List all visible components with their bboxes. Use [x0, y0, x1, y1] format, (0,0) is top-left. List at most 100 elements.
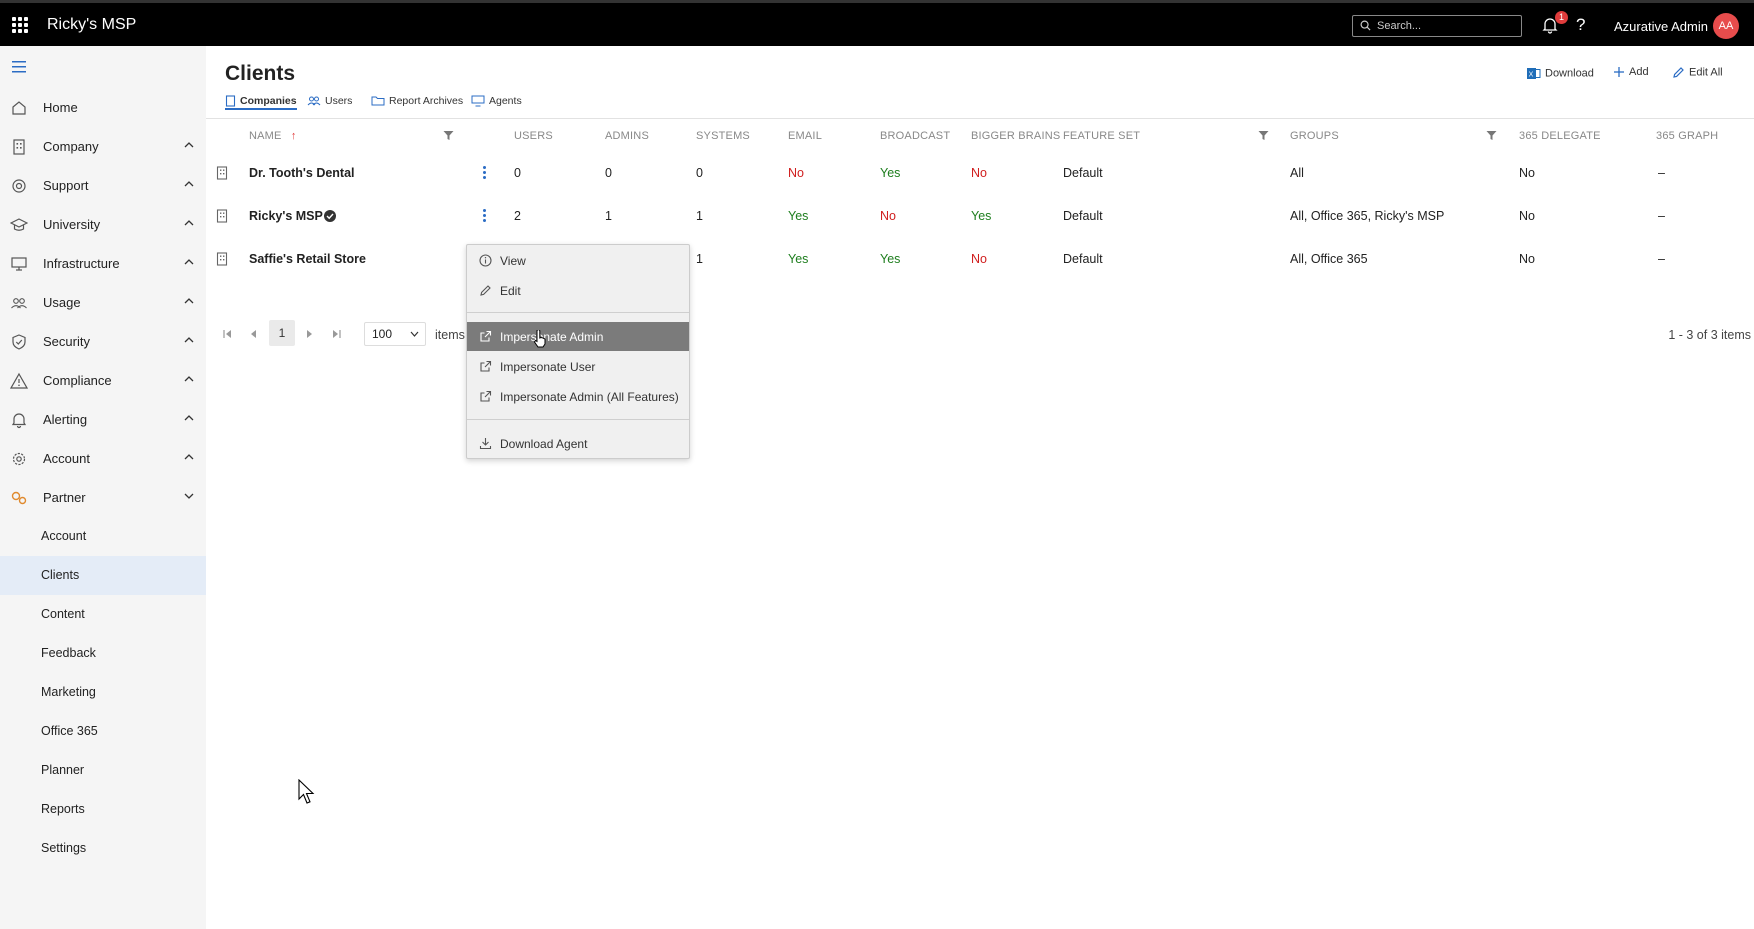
- column-header-email[interactable]: EMAIL: [788, 130, 822, 142]
- menu-item-impersonate-admin[interactable]: Impersonate Admin: [467, 322, 689, 351]
- menu-item-edit[interactable]: Edit: [467, 276, 689, 305]
- menu-item-label: Download Agent: [500, 437, 588, 451]
- search-input[interactable]: Search...: [1352, 15, 1522, 37]
- sidebar-item-usage[interactable]: Usage: [0, 283, 206, 322]
- admins-count: 0: [605, 166, 612, 180]
- sidebar-item-security[interactable]: Security: [0, 322, 206, 361]
- sidebar-item-label: Infrastructure: [43, 256, 120, 271]
- column-header-groups[interactable]: GROUPS: [1290, 130, 1339, 142]
- sidebar-item-partner[interactable]: Partner: [0, 478, 206, 517]
- app-title[interactable]: Ricky's MSP: [47, 16, 136, 34]
- filter-icon[interactable]: [1486, 130, 1497, 141]
- broadcast-status: No: [880, 209, 896, 223]
- column-header-feature-set[interactable]: FEATURE SET: [1063, 130, 1140, 142]
- monitor-icon: [11, 257, 27, 271]
- row-actions-kebab-icon[interactable]: [483, 209, 487, 224]
- sidebar-subitem-content[interactable]: Content: [0, 595, 206, 634]
- sidebar-subitem-office-365[interactable]: Office 365: [0, 712, 206, 751]
- sidebar-item-home[interactable]: Home: [0, 88, 206, 127]
- sidebar-subitem-feedback[interactable]: Feedback: [0, 634, 206, 673]
- app-launcher-icon[interactable]: [12, 17, 28, 33]
- client-name[interactable]: Dr. Tooth's Dental: [249, 166, 355, 180]
- sidebar-item-account[interactable]: Account: [0, 439, 206, 478]
- tab-agents[interactable]: Agents: [471, 95, 522, 107]
- sidebar-subitem-account[interactable]: Account: [0, 517, 206, 556]
- sidebar-item-university[interactable]: University: [0, 205, 206, 244]
- row-actions-kebab-icon[interactable]: [483, 166, 487, 181]
- download-button[interactable]: X Download: [1526, 66, 1594, 81]
- last-page-icon[interactable]: [332, 330, 341, 338]
- menu-item-label: Impersonate Admin (All Features): [500, 390, 679, 404]
- sidebar-item-support[interactable]: Support: [0, 166, 206, 205]
- people-icon: [307, 96, 321, 106]
- broadcast-status: Yes: [880, 252, 901, 266]
- edit-all-button[interactable]: Edit All: [1672, 66, 1723, 79]
- column-header-365-graph[interactable]: 365 GRAPH: [1656, 130, 1718, 142]
- filter-icon[interactable]: [443, 130, 454, 141]
- sidebar-subitem-settings[interactable]: Settings: [0, 829, 206, 868]
- main-content: Clients Companies Users Report Archives …: [206, 46, 1754, 929]
- first-page-icon[interactable]: [223, 330, 232, 338]
- sidebar-item-label: Support: [43, 178, 89, 193]
- add-button[interactable]: Add: [1613, 66, 1649, 78]
- sidebar-item-label: Usage: [43, 295, 81, 310]
- info-icon: [479, 254, 492, 267]
- sidebar-item-compliance[interactable]: Compliance: [0, 361, 206, 400]
- menu-item-view[interactable]: View: [467, 246, 689, 275]
- client-name[interactable]: Ricky's MSP: [249, 209, 323, 223]
- arrow-cursor-icon: [298, 779, 315, 804]
- building-icon: [216, 209, 228, 223]
- feature-set: Default: [1063, 252, 1103, 266]
- page-size-select[interactable]: 100: [364, 322, 426, 346]
- column-header-systems[interactable]: SYSTEMS: [696, 130, 750, 142]
- items-per-page-label: items: [435, 328, 465, 342]
- client-name[interactable]: Saffie's Retail Store: [249, 252, 366, 266]
- sidebar-item-company[interactable]: Company: [0, 127, 206, 166]
- menu-item-download-agent[interactable]: Download Agent: [467, 429, 689, 458]
- sidebar-subitem-label: Settings: [41, 841, 87, 855]
- sidebar-subitem-planner[interactable]: Planner: [0, 751, 206, 790]
- sidebar: Home Company Support University Infrastr…: [0, 46, 206, 929]
- pencil-icon: [1673, 67, 1684, 78]
- previous-page-icon[interactable]: [250, 330, 257, 338]
- sidebar-subitem-clients[interactable]: Clients: [0, 556, 206, 595]
- tab-companies[interactable]: Companies: [225, 95, 297, 111]
- shield-icon: [12, 334, 26, 350]
- menu-item-impersonate-admin-all-features[interactable]: Impersonate Admin (All Features): [467, 382, 689, 411]
- help-icon[interactable]: ?: [1576, 15, 1585, 35]
- avatar[interactable]: AA: [1713, 13, 1739, 39]
- systems-count: 0: [696, 166, 703, 180]
- column-header-admins[interactable]: ADMINS: [605, 130, 649, 142]
- sidebar-subitem-marketing[interactable]: Marketing: [0, 673, 206, 712]
- building-icon: [225, 95, 236, 107]
- tab-users[interactable]: Users: [307, 95, 352, 107]
- tab-report-archives[interactable]: Report Archives: [371, 95, 463, 107]
- current-page-button[interactable]: 1: [269, 320, 295, 346]
- sidebar-item-alerting[interactable]: Alerting: [0, 400, 206, 439]
- download-label: Download: [1545, 67, 1594, 80]
- top-bar: Ricky's MSP Search... 1 ? Azurative Admi…: [0, 0, 1754, 46]
- column-header-name[interactable]: NAME ↑: [249, 130, 297, 142]
- 365-graph: –: [1658, 209, 1665, 223]
- column-header-users[interactable]: USERS: [514, 130, 553, 142]
- gear-icon: [12, 452, 26, 466]
- hamburger-menu-icon[interactable]: [12, 61, 26, 73]
- add-label: Add: [1629, 66, 1649, 78]
- menu-item-label: Edit: [500, 284, 521, 298]
- filter-icon[interactable]: [1258, 130, 1269, 141]
- groups: All, Office 365: [1290, 252, 1368, 266]
- column-header-365-delegate[interactable]: 365 DELEGATE: [1519, 130, 1601, 142]
- download-icon: [479, 438, 492, 450]
- sidebar-subitem-reports[interactable]: Reports: [0, 790, 206, 829]
- column-header-bigger-brains[interactable]: BIGGER BRAINS: [971, 130, 1060, 142]
- sidebar-item-infrastructure[interactable]: Infrastructure: [0, 244, 206, 283]
- menu-item-label: Impersonate User: [500, 360, 596, 374]
- external-link-icon: [480, 330, 492, 342]
- column-header-broadcast[interactable]: BROADCAST: [880, 130, 950, 142]
- next-page-icon[interactable]: [306, 330, 313, 338]
- menu-item-impersonate-user[interactable]: Impersonate User: [467, 352, 689, 381]
- chevron-up-icon: [184, 259, 194, 265]
- home-icon: [12, 101, 26, 115]
- 365-delegate: No: [1519, 209, 1535, 223]
- user-name[interactable]: Azurative Admin: [1614, 19, 1708, 34]
